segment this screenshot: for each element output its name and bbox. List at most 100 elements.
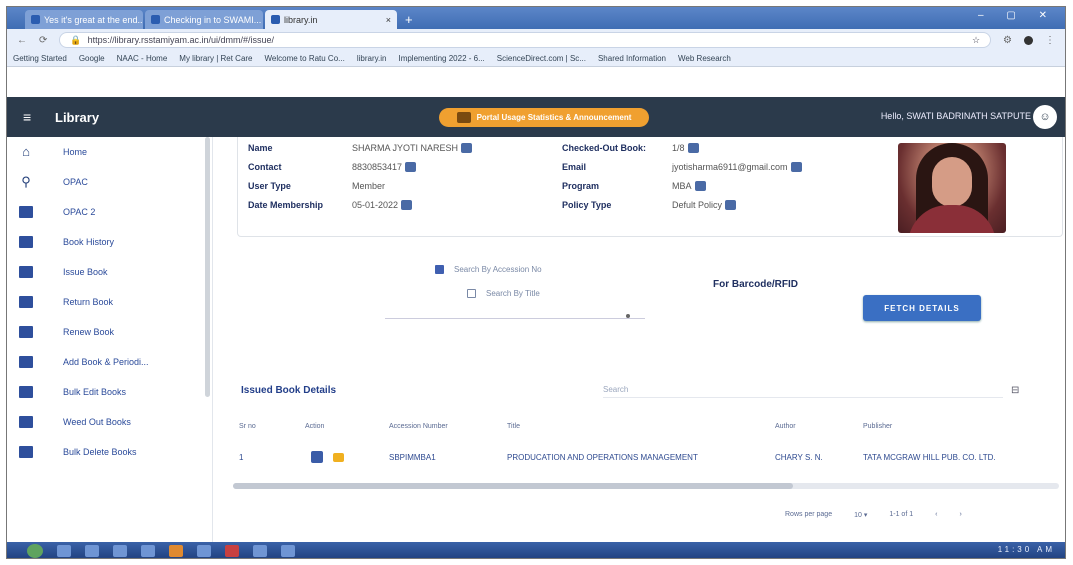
announcement-button[interactable]: Portal Usage Statistics & Announcement [439, 108, 649, 127]
book-icon [19, 386, 33, 398]
taskbar-app-icon[interactable] [57, 545, 71, 557]
taskbar-app-icon[interactable] [197, 545, 211, 557]
photo-face [932, 157, 972, 207]
bookmark-item[interactable]: Shared Information [598, 54, 666, 63]
prev-page-icon[interactable]: ‹ [935, 511, 937, 519]
member-date-row: Date Membership 05-01-2022 [248, 200, 413, 210]
sidebar-item-weed-out[interactable]: Weed Out Books [7, 407, 212, 437]
taskbar-app-icon[interactable] [141, 545, 155, 557]
edit-icon[interactable] [405, 162, 417, 172]
option-label: Search By Title [486, 289, 540, 298]
column-header[interactable]: Accession Number [389, 423, 448, 430]
tab-close-icon[interactable]: × [386, 15, 391, 25]
edit-icon[interactable] [725, 200, 737, 210]
search-by-accession-option[interactable]: Search By Accession No [435, 265, 542, 274]
edit-icon[interactable] [790, 162, 802, 172]
app-bar: ≡ Library Portal Usage Statistics & Anno… [7, 97, 1065, 137]
member-contact-row: Contact 8830853417 [248, 162, 417, 172]
table-horizontal-scrollbar[interactable] [233, 483, 1059, 489]
bookmark-item[interactable]: Getting Started [13, 54, 67, 63]
system-tray[interactable]: 11:30 AM [998, 545, 1055, 554]
hamburger-menu-icon[interactable]: ≡ [23, 109, 41, 125]
bookmark-star-icon[interactable]: ☆ [972, 35, 980, 46]
issued-search-input[interactable]: Search [603, 385, 853, 394]
profile-dot-icon[interactable] [1024, 35, 1033, 45]
cell-title: PRODUCATION AND OPERATIONS MANAGEMENT [507, 453, 698, 462]
url-field[interactable]: 🔒 https://library.rsstamiyam.ac.in/ui/dm… [59, 32, 992, 48]
browser-tab-active[interactable]: library.in × [265, 10, 397, 29]
cell-publisher: TATA MCGRAW HILL PUB. CO. LTD. [863, 453, 996, 462]
reload-icon[interactable]: ⟳ [39, 35, 47, 46]
taskbar-app-icon[interactable] [281, 545, 295, 557]
bookmark-item[interactable]: Welcome to Ratu Co... [265, 54, 345, 63]
sidebar-item-bulk-delete[interactable]: Bulk Delete Books [7, 437, 212, 467]
bookmark-item[interactable]: Implementing 2022 - 6... [398, 54, 484, 63]
edit-icon[interactable] [401, 200, 413, 210]
taskbar-app-icon[interactable] [225, 545, 239, 557]
sidebar-item-add-book[interactable]: Add Book & Periodi... [7, 347, 212, 377]
edit-icon[interactable] [687, 143, 699, 153]
table-row[interactable]: 1 SBPIMMBA1 PRODUCATION AND OPERATIONS M… [239, 451, 1049, 475]
taskbar-app-icon[interactable] [85, 545, 99, 557]
bookmark-item[interactable]: Google [79, 54, 105, 63]
bookmark-item[interactable]: Web Research [678, 54, 731, 63]
browser-tab-strip: Yes it's great at the end... × Checking … [7, 7, 1065, 29]
accession-input[interactable] [385, 318, 645, 319]
checked-out-row: Checked-Out Book: 1/8 [562, 143, 699, 153]
field-label: Program [562, 181, 600, 191]
sidebar-item-home[interactable]: ⌂ Home [7, 137, 212, 167]
field-label: Email [562, 162, 587, 172]
screen: Yes it's great at the end... × Checking … [6, 6, 1066, 559]
sidebar-item-return-book[interactable]: Return Book [7, 287, 212, 317]
sidebar-item-issue-book[interactable]: Issue Book [7, 257, 212, 287]
bookmark-item[interactable]: ScienceDirect.com | Sc... [497, 54, 586, 63]
browser-tab[interactable]: Checking in to SWAMI... × [145, 10, 263, 29]
next-page-icon[interactable]: › [959, 511, 961, 519]
sidebar-item-renew-book[interactable]: Renew Book [7, 317, 212, 347]
column-header[interactable]: Action [305, 423, 324, 430]
browser-tab[interactable]: Yes it's great at the end... × [25, 10, 143, 29]
taskbar-app-icon[interactable] [253, 545, 267, 557]
cell-author: CHARY S. N. [775, 453, 823, 462]
scrollbar-thumb[interactable] [233, 483, 793, 489]
column-header[interactable]: Author [775, 423, 796, 430]
rows-per-page-select[interactable]: 10 ▾ [854, 511, 867, 519]
taskbar-app-icon[interactable] [113, 545, 127, 557]
column-header[interactable]: Publisher [863, 423, 892, 430]
window-controls-icon[interactable]: – ▢ ✕ [978, 10, 1057, 21]
bookmarks-bar: Getting Started Google NAAC - Home My li… [7, 51, 1065, 67]
bookmark-item[interactable]: NAAC - Home [117, 54, 168, 63]
option-label: Search By Accession No [454, 265, 542, 274]
filter-icon[interactable]: ⊟ [1011, 385, 1019, 396]
account-icon[interactable]: ☺ [1033, 105, 1057, 129]
field-label: Name [248, 143, 273, 153]
checkbox-checked-icon[interactable] [435, 265, 444, 274]
sidebar-item-book-history[interactable]: Book History [7, 227, 212, 257]
edit-icon[interactable] [694, 181, 706, 191]
sidebar-item-label: Bulk Delete Books [63, 447, 137, 457]
search-underline [603, 397, 1003, 398]
member-user-type-row: User Type Member [248, 181, 385, 191]
search-icon: ⚲ [21, 174, 31, 189]
cell-accession: SBPIMMBA1 [389, 453, 436, 462]
sidebar-item-opac-2[interactable]: OPAC 2 [7, 197, 212, 227]
start-button-icon[interactable] [27, 544, 43, 558]
search-by-title-option[interactable]: Search By Title [467, 289, 540, 298]
extensions-icon[interactable]: ⚙ [1003, 35, 1012, 46]
back-icon[interactable]: ← [17, 35, 27, 46]
taskbar-app-icon[interactable] [169, 545, 183, 557]
sidebar-item-opac[interactable]: ⚲ OPAC [7, 167, 212, 197]
new-tab-icon[interactable]: + [405, 12, 413, 27]
checkbox-icon[interactable] [467, 289, 476, 298]
column-header[interactable]: Title [507, 423, 520, 430]
edit-icon[interactable] [461, 143, 473, 153]
issued-books-title: Issued Book Details [241, 385, 337, 396]
bookmark-item[interactable]: My library | Ret Care [179, 54, 252, 63]
column-header[interactable]: Sr no [239, 423, 256, 430]
bookmark-item[interactable]: library.in [357, 54, 387, 63]
menu-icon[interactable]: ⋮ [1045, 35, 1055, 46]
fetch-details-button[interactable]: FETCH DETAILS [863, 295, 981, 321]
sidebar-item-bulk-edit[interactable]: Bulk Edit Books [7, 377, 212, 407]
sidebar-scrollbar[interactable] [205, 137, 210, 397]
book-icon [19, 416, 33, 428]
